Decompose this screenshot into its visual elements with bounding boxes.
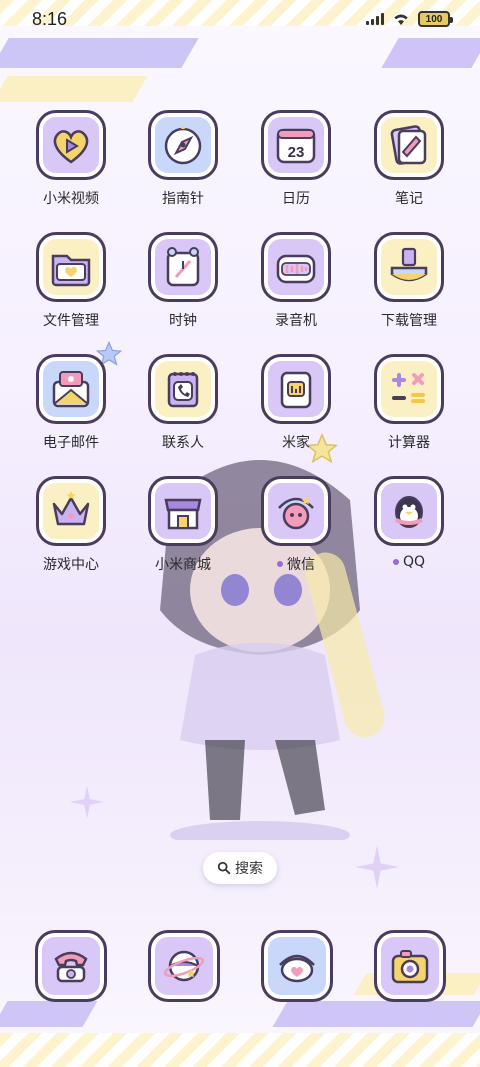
mail-icon — [36, 354, 106, 424]
recorder-icon — [261, 232, 331, 302]
messages-icon — [279, 954, 315, 983]
wifi-icon — [394, 14, 408, 25]
app-xiaomi-video[interactable]: 小米视频 — [15, 110, 127, 220]
decor-band — [381, 38, 480, 68]
calendar-icon: 23 — [261, 110, 331, 180]
calendar-day: 23 — [288, 144, 305, 161]
search-icon — [217, 861, 231, 875]
app-notes[interactable]: 笔记 — [353, 110, 465, 220]
phone-icon — [54, 951, 88, 983]
dock-browser[interactable] — [148, 930, 220, 1002]
new-install-dot — [277, 561, 283, 567]
app-label: 电子邮件 — [43, 435, 99, 451]
video-heart-icon — [36, 110, 106, 180]
calculator-icon — [374, 354, 444, 424]
wechat-icon — [261, 476, 331, 546]
decor-band — [0, 76, 148, 102]
decor-stripe-bottom — [0, 1033, 480, 1067]
app-label: 文件管理 — [43, 313, 99, 329]
app-label: 游戏中心 — [43, 557, 99, 573]
app-label: 日历 — [282, 191, 310, 207]
app-calendar[interactable]: 23 日历 — [240, 110, 352, 220]
app-label: QQ — [392, 554, 426, 570]
store-icon — [148, 476, 218, 546]
app-label: 笔记 — [395, 191, 423, 207]
app-label: 小米视频 — [43, 191, 99, 207]
app-label: 计算器 — [388, 435, 430, 451]
app-label: 录音机 — [275, 313, 317, 329]
dock-phone[interactable] — [35, 930, 107, 1002]
crown-icon — [36, 476, 106, 546]
decor-band — [0, 38, 199, 68]
app-game-center[interactable]: 游戏中心 — [15, 476, 127, 586]
sparkle-decor-icon — [70, 785, 104, 819]
search-button[interactable]: 搜索 — [203, 852, 277, 884]
app-mihome[interactable]: 米家 — [240, 354, 352, 464]
app-recorder[interactable]: 录音机 — [240, 232, 352, 342]
app-label: 指南针 — [162, 191, 204, 207]
dock-messages[interactable] — [261, 930, 333, 1002]
new-install-dot — [392, 559, 399, 565]
decor-band — [272, 1001, 480, 1027]
app-download-manager[interactable]: 下载管理 — [353, 232, 465, 342]
app-label: 米家 — [282, 435, 310, 451]
app-clock[interactable]: 时钟 — [127, 232, 239, 342]
sparkle-decor-icon — [355, 845, 399, 889]
app-label: 下载管理 — [381, 313, 437, 329]
app-contacts[interactable]: 联系人 — [127, 354, 239, 464]
clock-icon — [148, 232, 218, 302]
app-label: 微信 — [277, 554, 315, 574]
app-wechat[interactable]: 微信 — [240, 476, 352, 586]
app-qq[interactable]: QQ — [353, 476, 465, 586]
contacts-icon — [148, 354, 218, 424]
app-label: 联系人 — [162, 435, 204, 451]
status-bar: 8:16 100 — [0, 0, 480, 38]
battery-icon: 100 — [418, 11, 453, 27]
dock-camera[interactable] — [374, 930, 446, 1002]
app-label-text: 微信 — [287, 557, 315, 573]
app-compass[interactable]: 指南针 — [127, 110, 239, 220]
compass-icon — [148, 110, 218, 180]
notes-icon — [374, 110, 444, 180]
search-label: 搜索 — [235, 861, 263, 877]
qq-penguin-icon — [374, 476, 444, 546]
download-icon — [374, 232, 444, 302]
app-email[interactable]: 电子邮件 — [15, 354, 127, 464]
signal-icon — [366, 13, 384, 25]
app-mi-store[interactable]: 小米商城 — [127, 476, 239, 586]
camera-icon — [391, 950, 429, 984]
app-file-manager[interactable]: 文件管理 — [15, 232, 127, 342]
status-icons: 100 — [366, 11, 453, 27]
status-time: 8:16 — [32, 8, 68, 29]
app-label: 时钟 — [169, 313, 197, 329]
app-label: 小米商城 — [155, 557, 211, 573]
decor-band — [0, 1001, 98, 1027]
app-label-text: QQ — [402, 554, 426, 570]
planet-icon — [163, 950, 205, 982]
mihome-icon — [261, 354, 331, 424]
app-calculator[interactable]: 计算器 — [353, 354, 465, 464]
folder-icon — [36, 232, 106, 302]
